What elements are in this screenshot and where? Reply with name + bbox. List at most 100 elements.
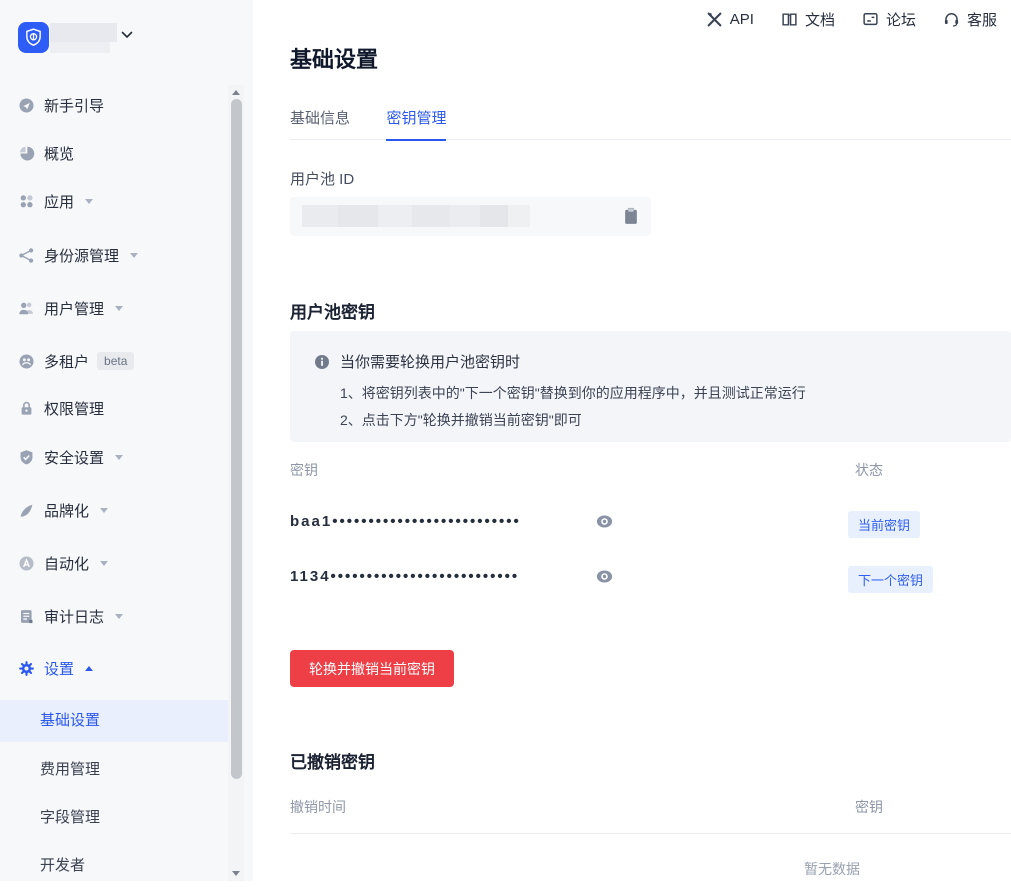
copy-icon[interactable] — [623, 207, 639, 225]
userpool-id-field — [290, 197, 651, 236]
sidebar-item-onboarding[interactable]: 新手引导 — [0, 93, 228, 117]
tab-key-management[interactable]: 密钥管理 — [386, 107, 446, 141]
col-header-revoked-secret: 密钥 — [855, 797, 883, 817]
sidebar-item-label: 自动化 — [44, 553, 89, 574]
sidebar-item-security-settings[interactable]: 安全设置 — [0, 445, 228, 469]
sidebar-item-permissions[interactable]: 权限管理 — [0, 396, 228, 420]
docs-link-label: 文档 — [805, 9, 835, 30]
sidebar-item-label: 设置 — [44, 658, 74, 679]
shield-logo-icon — [24, 28, 43, 47]
info-icon — [314, 354, 330, 370]
sidebar-item-label: 用户管理 — [44, 298, 104, 319]
top-header-links: API 文档 论坛 客服 — [706, 9, 997, 30]
status-badge-current: 当前密钥 — [848, 511, 920, 538]
sidebar-item-label: 应用 — [44, 191, 74, 212]
chevron-up-icon — [85, 666, 93, 671]
redacted-workspace-name — [50, 23, 117, 42]
support-headset-icon — [943, 11, 960, 28]
chevron-down-icon — [100, 508, 108, 513]
subitem-label: 字段管理 — [40, 809, 100, 826]
rotation-notice-box: 当你需要轮换用户池密钥时 1、将密钥列表中的"下一个密钥"替换到你的应用程序中，… — [290, 331, 1011, 442]
forum-link-label: 论坛 — [886, 9, 916, 30]
automation-icon — [18, 555, 35, 572]
table-divider — [290, 833, 1011, 834]
chevron-down-icon — [100, 561, 108, 566]
brush-icon — [18, 502, 35, 519]
tab-basic-info[interactable]: 基础信息 — [290, 107, 350, 139]
share-icon — [18, 247, 35, 264]
status-badge-next: 下一个密钥 — [848, 566, 933, 593]
sidebar-item-applications[interactable]: 应用 — [0, 189, 228, 213]
audit-log-icon — [18, 608, 35, 625]
col-header-revoke-time: 撤销时间 — [290, 797, 346, 817]
sidebar-item-identity-sources[interactable]: 身份源管理 — [0, 243, 228, 267]
sidebar-item-branding[interactable]: 品牌化 — [0, 498, 228, 522]
eye-icon[interactable] — [596, 569, 613, 584]
compass-icon — [18, 97, 35, 114]
sidebar-item-label: 权限管理 — [44, 398, 104, 419]
docs-link[interactable]: 文档 — [781, 9, 835, 30]
col-header-secret: 密钥 — [290, 460, 318, 480]
beta-badge: beta — [97, 352, 134, 370]
eye-icon[interactable] — [596, 514, 613, 529]
sidebar-item-label: 身份源管理 — [44, 245, 119, 266]
sidebar-item-label: 新手引导 — [44, 95, 104, 116]
tenant-icon — [18, 353, 35, 370]
chevron-down-icon — [85, 199, 93, 204]
tab-bar: 基础信息 密钥管理 — [290, 107, 1011, 140]
rotate-revoke-button[interactable]: 轮换并撤销当前密钥 — [290, 650, 454, 687]
pie-chart-icon — [18, 145, 35, 162]
chevron-down-icon — [121, 31, 133, 39]
apps-grid-icon — [18, 193, 35, 210]
redacted-userpool-id — [302, 205, 530, 227]
lock-icon — [18, 400, 35, 417]
workspace-switcher[interactable] — [0, 0, 253, 70]
sidebar-subitem-fields[interactable]: 字段管理 — [0, 797, 229, 839]
api-link[interactable]: API — [706, 9, 754, 30]
sidebar-item-label: 品牌化 — [44, 500, 89, 521]
scrollbar-thumb[interactable] — [231, 99, 242, 779]
redacted-workspace-subtitle — [50, 42, 110, 53]
forum-link[interactable]: 论坛 — [862, 9, 916, 30]
scroll-up-arrow-icon[interactable] — [232, 90, 240, 95]
sidebar-scrollbar[interactable] — [228, 85, 244, 881]
sidebar: 新手引导 概览 应用 身份源管理 用户管理 多租户 beta — [0, 0, 253, 881]
chevron-down-icon — [115, 306, 123, 311]
chevron-down-icon — [115, 614, 123, 619]
sidebar-item-user-management[interactable]: 用户管理 — [0, 296, 228, 320]
support-link-label: 客服 — [967, 9, 997, 30]
gear-icon — [18, 660, 35, 677]
sidebar-item-multi-tenant[interactable]: 多租户 beta — [0, 349, 228, 373]
sidebar-subitem-basic-settings[interactable]: 基础设置 — [0, 700, 229, 742]
users-icon — [18, 300, 35, 317]
support-link[interactable]: 客服 — [943, 9, 997, 30]
masked-secret-value: 1134•••••••••••••••••••••••••• — [290, 568, 519, 585]
api-tools-icon — [706, 11, 723, 28]
sidebar-item-label: 概览 — [44, 143, 74, 164]
chevron-down-icon — [130, 253, 138, 258]
notice-title-row: 当你需要轮换用户池密钥时 — [314, 351, 520, 372]
sidebar-item-audit-logs[interactable]: 审计日志 — [0, 604, 228, 628]
sidebar-item-label: 多租户 — [44, 351, 89, 372]
api-link-label: API — [730, 11, 754, 28]
masked-secret-value: baa1•••••••••••••••••••••••••• — [290, 513, 521, 530]
subitem-label: 开发者 — [40, 857, 85, 874]
forum-comment-icon — [862, 11, 879, 28]
main-content: API 文档 论坛 客服 基础设置 基础信息 密钥管理 — [253, 0, 1011, 881]
col-header-status: 状态 — [855, 460, 883, 480]
sidebar-item-automation[interactable]: 自动化 — [0, 551, 228, 575]
subitem-label: 费用管理 — [40, 761, 100, 778]
sidebar-subitem-billing[interactable]: 费用管理 — [0, 749, 229, 791]
revoked-secrets-heading: 已撤销密钥 — [290, 748, 375, 773]
sidebar-item-settings[interactable]: 设置 — [0, 656, 228, 680]
sidebar-item-label: 审计日志 — [44, 606, 104, 627]
sidebar-item-overview[interactable]: 概览 — [0, 141, 228, 165]
empty-state-text: 暂无数据 — [780, 859, 884, 879]
chevron-down-icon — [115, 455, 123, 460]
userpool-secret-heading: 用户池密钥 — [290, 298, 375, 323]
workspace-logo — [18, 22, 49, 53]
subitem-label: 基础设置 — [40, 712, 100, 729]
notice-title: 当你需要轮换用户池密钥时 — [340, 351, 520, 372]
sidebar-item-label: 安全设置 — [44, 447, 104, 468]
scroll-down-arrow-icon[interactable] — [232, 871, 240, 876]
